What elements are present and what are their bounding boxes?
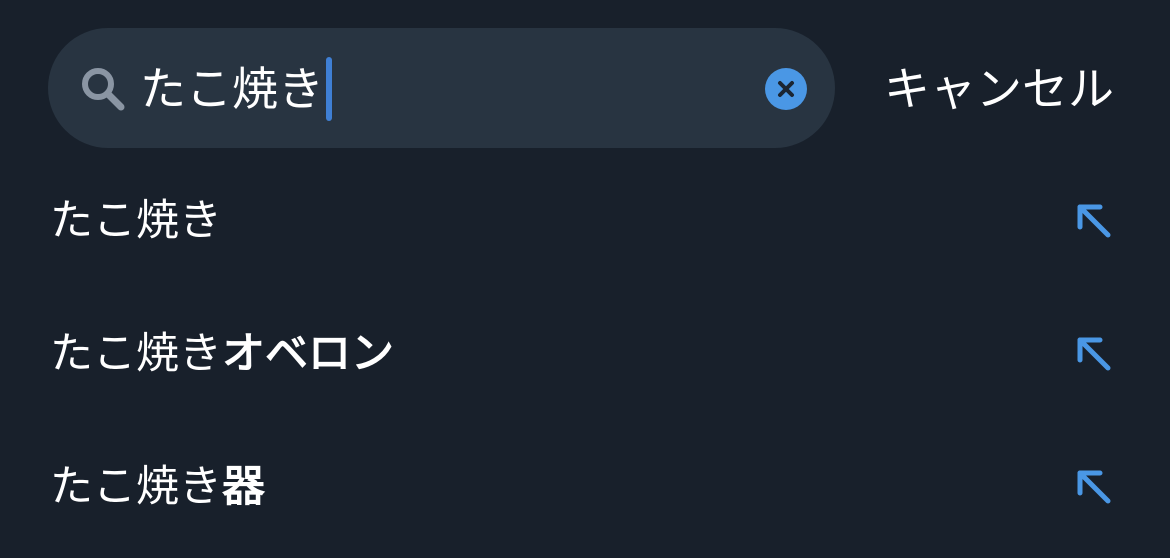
suggestion-item[interactable]: たこ焼き器 <box>0 421 1170 554</box>
clear-icon <box>778 81 794 97</box>
suggestion-text: たこ焼きオベロン <box>50 323 394 385</box>
suggestion-suffix: オベロン <box>222 329 394 379</box>
suggestion-prefix: たこ焼き <box>50 196 222 246</box>
cancel-button[interactable]: キャンセル <box>884 58 1114 120</box>
clear-search-button[interactable] <box>765 68 807 110</box>
search-screen: たこ焼き キャンセル たこ焼き たこ焼きオベロン たこ焼き器 <box>0 0 1170 558</box>
search-header: たこ焼き キャンセル <box>0 0 1170 175</box>
suggestion-suffix: 器 <box>222 462 265 512</box>
suggestion-text: たこ焼き <box>50 190 222 252</box>
suggestion-text: たこ焼き器 <box>50 456 265 518</box>
arrow-up-left-icon[interactable] <box>1074 334 1114 374</box>
search-input[interactable]: たこ焼き <box>140 56 332 121</box>
search-query-text: たこ焼き <box>140 62 324 116</box>
suggestion-list: たこ焼き たこ焼きオベロン たこ焼き器 <box>0 155 1170 554</box>
arrow-up-left-icon[interactable] <box>1074 201 1114 241</box>
suggestion-prefix: たこ焼き <box>50 329 222 379</box>
suggestion-item[interactable]: たこ焼きオベロン <box>0 288 1170 421</box>
suggestion-prefix: たこ焼き <box>50 462 222 512</box>
suggestion-item[interactable]: たこ焼き <box>0 155 1170 288</box>
text-cursor <box>326 56 332 121</box>
arrow-up-left-icon[interactable] <box>1074 467 1114 507</box>
search-icon <box>80 66 126 112</box>
